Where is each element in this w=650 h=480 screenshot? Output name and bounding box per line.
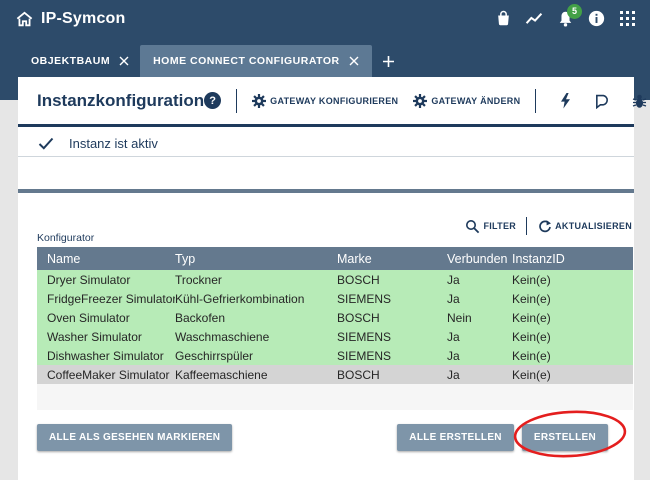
table-cell[interactable]: Ja bbox=[447, 330, 512, 344]
table-cell[interactable]: Kaffeemaschiene bbox=[175, 368, 337, 382]
table-cell[interactable]: Dryer Simulator bbox=[37, 273, 175, 287]
table-cell[interactable]: Geschirrspüler bbox=[175, 349, 337, 363]
table-cell[interactable]: Trockner bbox=[175, 273, 337, 287]
gear-icon bbox=[413, 94, 427, 108]
table-empty-area bbox=[37, 384, 633, 410]
close-icon[interactable] bbox=[119, 56, 129, 66]
gear-icon bbox=[252, 94, 266, 108]
search-icon bbox=[465, 219, 480, 234]
table-row[interactable]: Washer SimulatorWaschmaschieneSIEMENSJaK… bbox=[37, 327, 633, 346]
table-cell[interactable]: Kein(e) bbox=[512, 292, 633, 306]
chart-icon[interactable] bbox=[525, 10, 543, 28]
info-icon[interactable] bbox=[587, 10, 605, 28]
toolbar-actions: ? GATEWAY KONFIGURIEREN GATEWAY ÄNDERN bbox=[204, 89, 647, 113]
refresh-button[interactable]: AKTUALISIEREN bbox=[537, 219, 632, 234]
table-cell[interactable]: SIEMENS bbox=[337, 349, 447, 363]
table-body: Dryer SimulatorTrocknerBOSCHJaKein(e)Fri… bbox=[37, 270, 633, 384]
lightning-icon[interactable] bbox=[557, 93, 573, 109]
table-cell[interactable]: SIEMENS bbox=[337, 292, 447, 306]
table-cell[interactable]: BOSCH bbox=[337, 311, 447, 325]
tab-objektbaum[interactable]: OBJEKTBAUM bbox=[20, 45, 140, 77]
action-buttons: ALLE ALS GESEHEN MARKIEREN ALLE ERSTELLE… bbox=[37, 424, 633, 451]
table-cell[interactable]: Ja bbox=[447, 292, 512, 306]
table-row[interactable]: CoffeeMaker SimulatorKaffeemaschieneBOSC… bbox=[37, 365, 633, 384]
basket-icon[interactable] bbox=[494, 10, 512, 28]
configurator-table: NameTypMarkeVerbundenInstanzID Dryer Sim… bbox=[37, 247, 633, 410]
table-cell[interactable]: Kühl-Gefrierkombination bbox=[175, 292, 337, 306]
column-header: Typ bbox=[175, 252, 337, 266]
create-button[interactable]: ERSTELLEN bbox=[522, 424, 608, 451]
filter-button[interactable]: FILTER bbox=[465, 219, 516, 234]
gateway-configure-label: GATEWAY KONFIGURIEREN bbox=[270, 96, 398, 106]
content-card: Instanzkonfiguration ? GATEWAY KONFIGURI… bbox=[18, 77, 634, 480]
message-bubble-icon[interactable] bbox=[594, 93, 610, 109]
refresh-label: AKTUALISIEREN bbox=[555, 221, 632, 231]
mark-all-seen-button[interactable]: ALLE ALS GESEHEN MARKIEREN bbox=[37, 424, 232, 451]
table-tools: FILTER AKTUALISIEREN bbox=[465, 215, 632, 237]
table-cell[interactable]: Kein(e) bbox=[512, 368, 633, 382]
help-icon[interactable]: ? bbox=[204, 92, 221, 109]
gateway-configure-button[interactable]: GATEWAY KONFIGURIEREN bbox=[252, 94, 398, 108]
column-header: InstanzID bbox=[512, 252, 633, 266]
create-all-button[interactable]: ALLE ERSTELLEN bbox=[397, 424, 514, 451]
toolbar-separator bbox=[535, 89, 536, 113]
table-cell[interactable]: BOSCH bbox=[337, 368, 447, 382]
tab-label: OBJEKTBAUM bbox=[31, 55, 110, 67]
new-tab-button[interactable] bbox=[372, 45, 405, 77]
tools-separator bbox=[526, 217, 527, 235]
table-cell[interactable]: BOSCH bbox=[337, 273, 447, 287]
tab-label: HOME CONNECT CONFIGURATOR bbox=[153, 55, 340, 67]
close-icon[interactable] bbox=[349, 56, 359, 66]
table-cell[interactable]: Waschmaschiene bbox=[175, 330, 337, 344]
table-cell[interactable]: Kein(e) bbox=[512, 330, 633, 344]
table-cell[interactable]: Oven Simulator bbox=[37, 311, 175, 325]
gateway-change-label: GATEWAY ÄNDERN bbox=[431, 96, 520, 106]
toolbar-separator bbox=[236, 89, 237, 113]
instance-toolbar: Instanzkonfiguration ? GATEWAY KONFIGURI… bbox=[18, 77, 634, 127]
column-header: Name bbox=[37, 252, 175, 266]
tab-home-connect-configurator[interactable]: HOME CONNECT CONFIGURATOR bbox=[140, 45, 372, 77]
table-row[interactable]: FridgeFreezer SimulatorKühl-Gefrierkombi… bbox=[37, 289, 633, 308]
table-cell[interactable]: Ja bbox=[447, 273, 512, 287]
topbar: IP-Symcon 5 bbox=[0, 0, 650, 37]
table-cell[interactable]: Washer Simulator bbox=[37, 330, 175, 344]
refresh-icon bbox=[537, 219, 552, 234]
filter-label: FILTER bbox=[483, 221, 516, 231]
table-cell[interactable]: SIEMENS bbox=[337, 330, 447, 344]
table-row[interactable]: Dishwasher SimulatorGeschirrspülerSIEMEN… bbox=[37, 346, 633, 365]
table-cell[interactable]: Kein(e) bbox=[512, 273, 633, 287]
status-label: Instanz ist aktiv bbox=[69, 136, 158, 151]
table-cell[interactable]: FridgeFreezer Simulator bbox=[37, 292, 175, 306]
tab-bar: OBJEKTBAUM HOME CONNECT CONFIGURATOR bbox=[0, 37, 650, 77]
table-cell[interactable]: Dishwasher Simulator bbox=[37, 349, 175, 363]
bug-icon[interactable] bbox=[631, 93, 647, 109]
check-icon bbox=[38, 137, 54, 150]
status-row: Instanz ist aktiv bbox=[18, 130, 634, 157]
page-title: Instanzkonfiguration bbox=[37, 91, 204, 111]
gateway-change-button[interactable]: GATEWAY ÄNDERN bbox=[413, 94, 520, 108]
configurator-label: Konfigurator bbox=[37, 232, 94, 244]
bell-icon[interactable]: 5 bbox=[556, 10, 574, 28]
app-logo: IP-Symcon bbox=[15, 10, 126, 28]
column-header: Verbunden bbox=[447, 252, 512, 266]
table-cell[interactable]: Ja bbox=[447, 349, 512, 363]
notification-badge: 5 bbox=[567, 4, 582, 19]
home-icon bbox=[15, 10, 34, 28]
app-title: IP-Symcon bbox=[41, 10, 126, 28]
section-divider bbox=[18, 189, 634, 193]
table-cell[interactable]: Kein(e) bbox=[512, 349, 633, 363]
table-row[interactable]: Oven SimulatorBackofenBOSCHNeinKein(e) bbox=[37, 308, 633, 327]
table-cell[interactable]: Backofen bbox=[175, 311, 337, 325]
topbar-icons: 5 bbox=[494, 10, 636, 28]
apps-grid-icon[interactable] bbox=[618, 10, 636, 28]
column-header: Marke bbox=[337, 252, 447, 266]
table-header: NameTypMarkeVerbundenInstanzID bbox=[37, 247, 633, 270]
table-cell[interactable]: Kein(e) bbox=[512, 311, 633, 325]
table-cell[interactable]: CoffeeMaker Simulator bbox=[37, 368, 175, 382]
table-row[interactable]: Dryer SimulatorTrocknerBOSCHJaKein(e) bbox=[37, 270, 633, 289]
table-cell[interactable]: Nein bbox=[447, 311, 512, 325]
table-cell[interactable]: Ja bbox=[447, 368, 512, 382]
